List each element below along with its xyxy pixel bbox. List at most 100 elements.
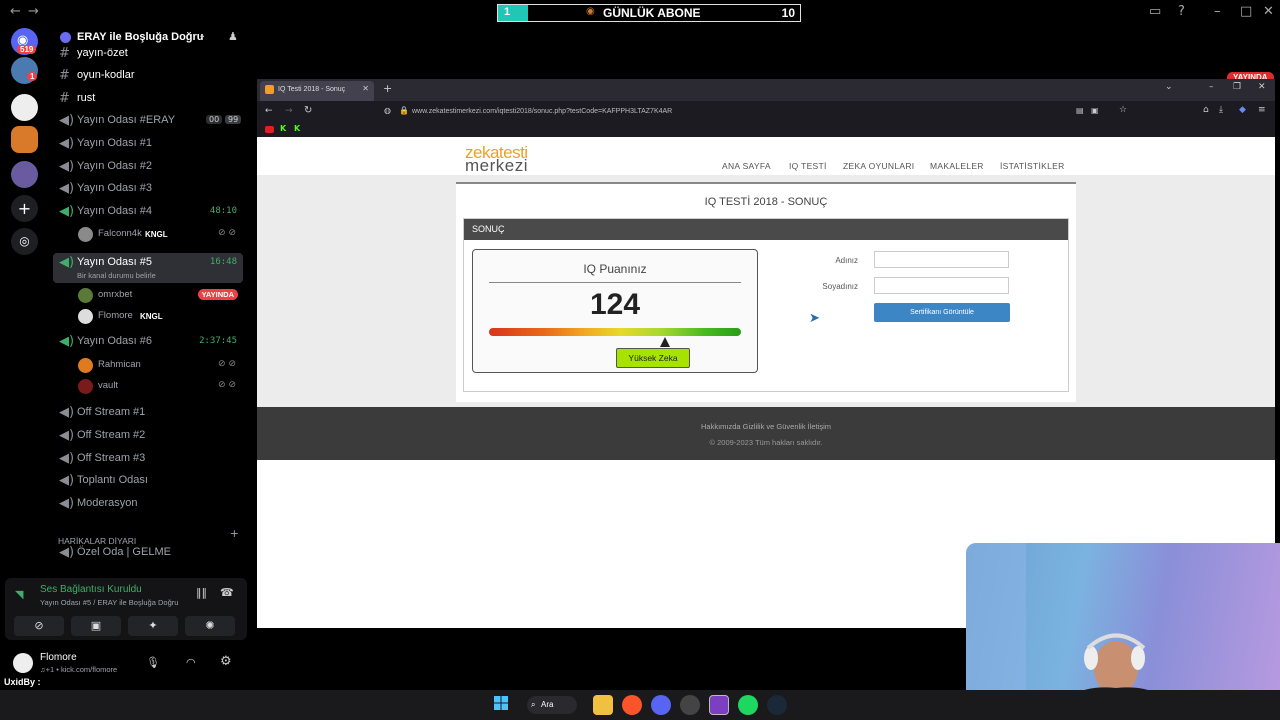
voice-channel-4[interactable]: ◀) Yayın Odası #4 48:10 (53, 202, 243, 223)
last-name-input[interactable] (874, 277, 1009, 294)
category-header[interactable]: HARİKALAR DİYARI + (58, 527, 243, 546)
server-icon[interactable]: 1 (11, 57, 38, 84)
server-folder-icon[interactable] (11, 161, 38, 188)
channel-rust[interactable]: # rust (53, 89, 243, 110)
voice-channel-eray[interactable]: ◀) Yayın Odası #ERAY 00 99 (53, 111, 243, 132)
kick-bookmark-icon[interactable]: K (294, 124, 300, 133)
server-icon[interactable] (11, 94, 38, 121)
avatar[interactable] (13, 653, 33, 673)
nav-articles[interactable]: MAKALELER (930, 161, 984, 171)
kick-bookmark-icon[interactable]: K (280, 124, 286, 133)
nav-stats[interactable]: İSTATİSTİKLER (1000, 161, 1065, 171)
camera-button[interactable]: ⊘ (14, 616, 64, 636)
active-server-icon[interactable] (11, 126, 38, 153)
site-logo-bottom[interactable]: merkezi (465, 156, 528, 176)
new-tab-icon[interactable]: + (383, 82, 392, 95)
close-tab-icon[interactable]: ✕ (362, 84, 369, 93)
help-icon[interactable]: ? (1178, 4, 1185, 19)
voice-user[interactable]: Flomore KNGL (78, 307, 248, 327)
microphone-icon[interactable]: 🎙 (146, 656, 160, 669)
screen-icon[interactable]: ▭ (1149, 4, 1161, 19)
tab-list-icon[interactable]: ⌄ (1165, 82, 1173, 92)
voice-user[interactable]: Rahmican ⊘ ⊘ (78, 356, 248, 376)
forward-arrow-icon[interactable]: → (28, 4, 39, 19)
voice-channel-off-2[interactable]: ◀) Off Stream #2 (53, 426, 243, 447)
brave-browser-icon[interactable] (622, 695, 642, 715)
minimize-icon[interactable]: – (1214, 4, 1221, 19)
file-explorer-icon[interactable] (593, 695, 613, 715)
voice-channel-off-1[interactable]: ◀) Off Stream #1 (53, 403, 243, 424)
headphones-icon[interactable]: ◠ (186, 656, 196, 669)
voice-user[interactable]: vault ⊘ ⊘ (78, 377, 248, 397)
voice-user[interactable]: Falconn4k KNGL ⊘ ⊘ (78, 225, 248, 245)
picture-icon[interactable]: ▣ (1091, 106, 1099, 115)
discord-icon[interactable] (651, 695, 671, 715)
voice-channel-6[interactable]: ◀) Yayın Odası #6 2:37:45 (53, 332, 243, 353)
spotify-icon[interactable] (738, 695, 758, 715)
voice-status-title[interactable]: Ses Bağlantısı Kuruldu (40, 584, 142, 595)
voice-channel-meeting[interactable]: ◀) Toplantı Odası (53, 471, 243, 492)
settings-gear-icon[interactable]: ⚙ (220, 654, 232, 669)
maximize-icon[interactable]: □ (1240, 4, 1252, 19)
first-name-input[interactable] (874, 251, 1009, 268)
noise-icon[interactable]: ‖‖ (196, 586, 207, 599)
activities-button[interactable]: ✦ (128, 616, 178, 636)
obs-icon[interactable] (709, 695, 729, 715)
forward-arrow-icon[interactable]: → (285, 106, 293, 116)
steam-client-icon[interactable] (680, 695, 700, 715)
reload-icon[interactable]: ↻ (304, 105, 312, 116)
menu-icon[interactable]: ≡ (1258, 105, 1266, 115)
view-certificate-button[interactable]: Sertifikanı Görüntüle (874, 303, 1010, 322)
voice-channel-1[interactable]: ◀) Yayın Odası #1 (53, 134, 243, 155)
speaker-icon: ◀) (59, 181, 75, 196)
shield-icon[interactable]: ◍ (384, 106, 391, 115)
goal-progress-fill (498, 5, 529, 21)
disconnect-icon[interactable]: ☎ (220, 586, 234, 599)
download-icon[interactable]: ⤓ (1219, 105, 1223, 115)
url-input[interactable]: www.zekatestimerkezi.com/iqtesti2018/son… (412, 108, 672, 115)
voice-status-subtitle[interactable]: Yayın Odası #5 / ERAY ile Boşluğa Doğru (40, 598, 178, 607)
avatar (78, 227, 93, 242)
bookmark-star-icon[interactable]: ☆ (1119, 105, 1127, 115)
footer-links[interactable]: Hakkımızda Gizlilik ve Güvenlik İletişim (257, 422, 1275, 431)
steam-icon[interactable] (767, 695, 787, 715)
library-icon[interactable]: ⌂ (1203, 105, 1209, 115)
voice-channel-private[interactable]: ◀) Özel Oda | GELME (53, 543, 243, 564)
voice-channel-off-3[interactable]: ◀) Off Stream #3 (53, 449, 243, 470)
lock-icon: 🔒 (399, 106, 409, 115)
voice-channel-2[interactable]: ◀) Yayın Odası #2 (53, 157, 243, 178)
voice-user[interactable]: omrxbet YAYINDA (78, 286, 248, 306)
back-arrow-icon[interactable]: ← (265, 106, 273, 116)
taskbar: ⌕ Ara (0, 690, 1280, 720)
favicon-icon (265, 85, 274, 94)
channel-oyun-kodlar[interactable]: # oyun-kodlar (53, 66, 243, 87)
channel-status[interactable]: Bir kanal durumu belirle (77, 271, 156, 280)
section-header: SONUÇ (464, 219, 1068, 240)
minimize-icon[interactable]: – (1209, 82, 1214, 92)
voice-channel-5[interactable]: ◀) Yayın Odası #5 16:48 Bir kanal durumu… (53, 253, 243, 283)
screen-share-button[interactable]: ▣ (71, 616, 121, 636)
explore-icon[interactable]: ◎ (11, 228, 38, 255)
extension-icon[interactable]: ◆ (1239, 105, 1246, 115)
windows-start-icon[interactable] (493, 695, 513, 715)
nav-games[interactable]: ZEKA OYUNLARI (843, 161, 914, 171)
browser-tab[interactable]: IQ Testi 2018 - Sonuç ✕ (260, 81, 374, 101)
voice-channel-3[interactable]: ◀) Yayın Odası #3 (53, 179, 243, 200)
site-header: zekatesti merkezi ANA SAYFA IQ TESTİ ZEK… (257, 137, 1275, 175)
restore-icon[interactable]: ❐ (1233, 82, 1241, 92)
reader-icon[interactable]: ▤ (1076, 106, 1084, 115)
direct-messages-icon[interactable]: ◉ 519 (11, 28, 38, 55)
add-channel-icon[interactable]: + (230, 527, 239, 540)
back-arrow-icon[interactable]: ← (10, 4, 21, 19)
close-icon[interactable]: ✕ (1263, 4, 1274, 19)
youtube-bookmark-icon[interactable] (265, 126, 274, 133)
soundboard-button[interactable]: ✺ (185, 616, 235, 636)
channel-yayin-ozet[interactable]: # yayın-özet (53, 44, 243, 65)
nav-iq-test[interactable]: IQ TESTİ (789, 161, 827, 171)
add-server-icon[interactable]: + (11, 195, 38, 222)
taskbar-search[interactable]: ⌕ Ara (527, 696, 577, 714)
nav-home[interactable]: ANA SAYFA (722, 161, 771, 171)
add-member-icon[interactable]: ♟ (228, 30, 238, 43)
voice-channel-moderation[interactable]: ◀) Moderasyon (53, 494, 243, 515)
close-icon[interactable]: ✕ (1258, 82, 1266, 92)
